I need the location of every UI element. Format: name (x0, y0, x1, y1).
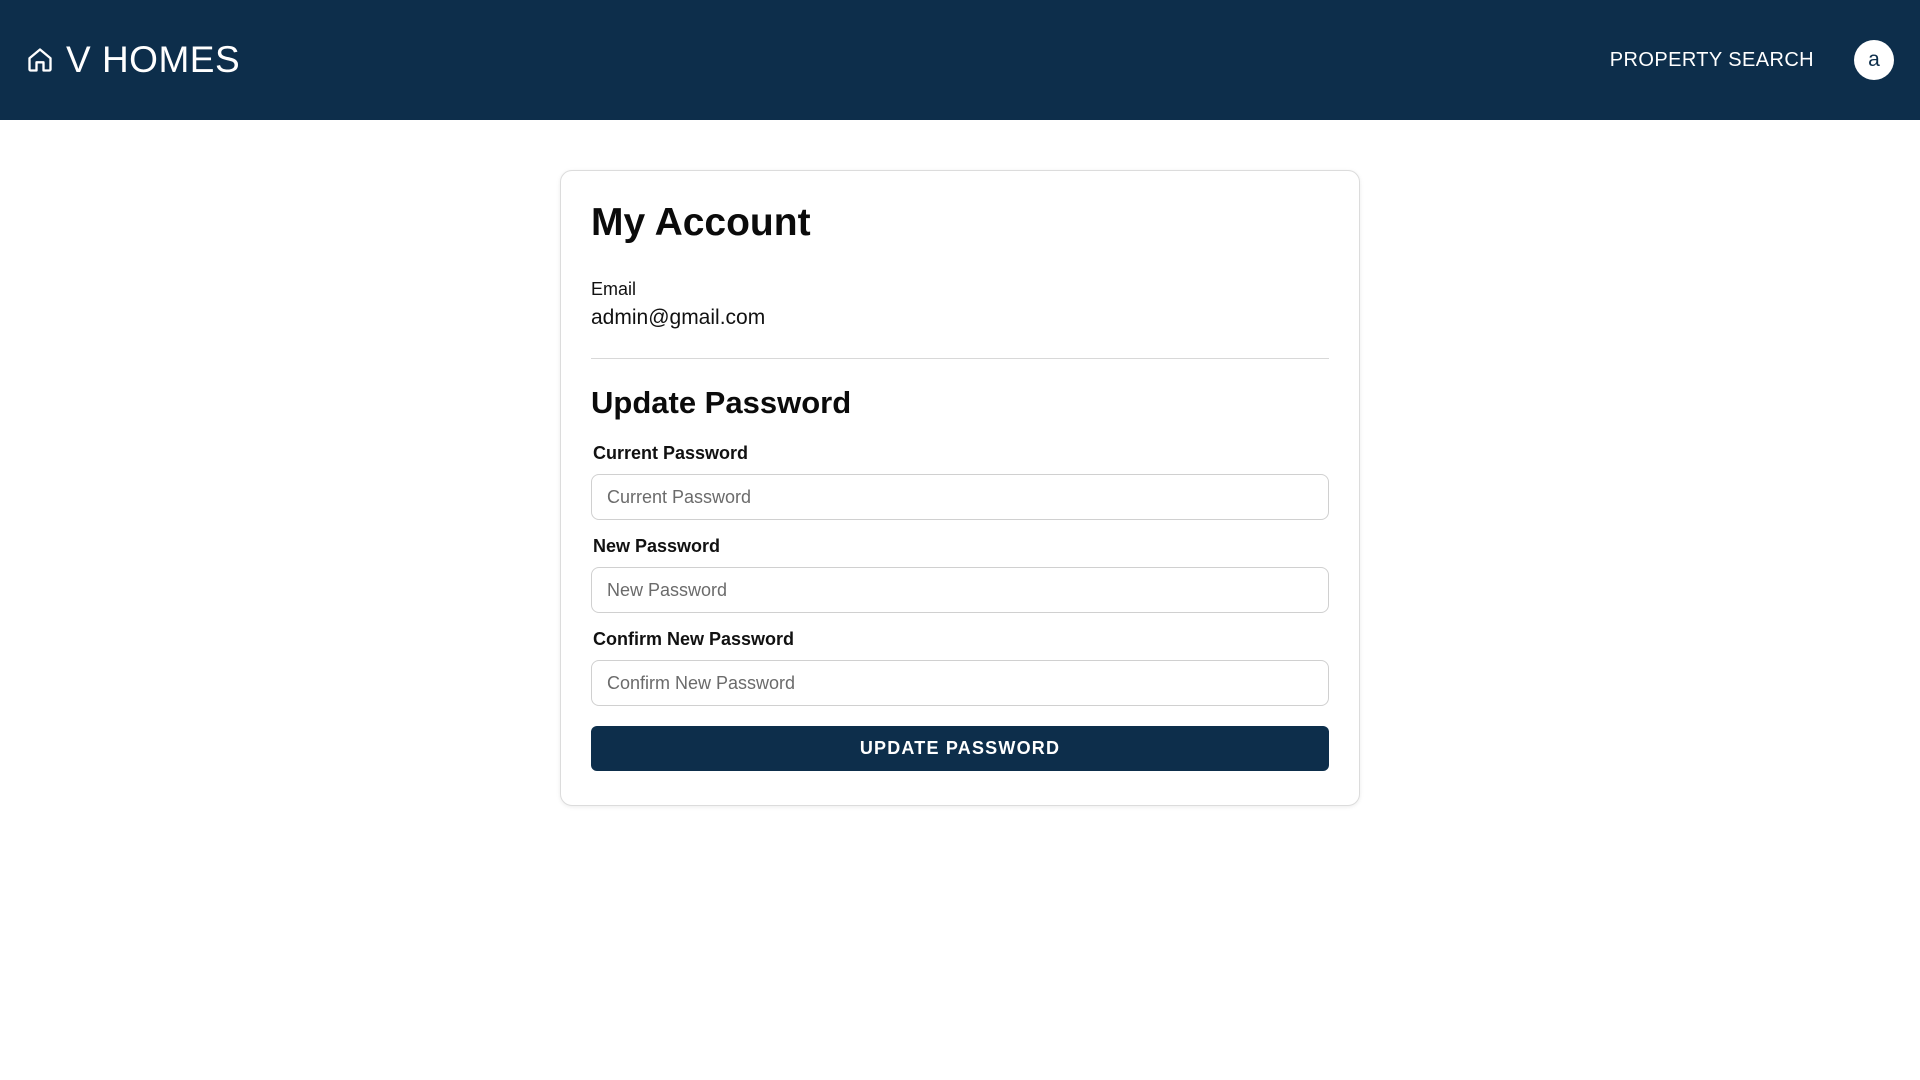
update-password-form: Current Password New Password Confirm Ne… (591, 443, 1329, 771)
confirm-password-input[interactable] (591, 660, 1329, 706)
new-password-label: New Password (593, 536, 721, 556)
new-password-group: New Password (591, 536, 1329, 613)
update-password-title: Update Password (591, 385, 852, 420)
update-password-button[interactable]: UPDATE PASSWORD (591, 726, 1329, 771)
email-value: admin@gmail.com (591, 306, 766, 329)
confirm-password-group: Confirm New Password (591, 629, 1329, 706)
account-card: My Account Email admin@gmail.com Update … (560, 170, 1360, 806)
current-password-label: Current Password (593, 443, 749, 463)
email-label: Email (591, 279, 637, 299)
current-password-input[interactable] (591, 474, 1329, 520)
confirm-password-label: Confirm New Password (593, 629, 795, 649)
home-icon (26, 46, 54, 74)
brand-name: V HOMES (66, 39, 241, 80)
top-navbar: V HOMES PROPERTY SEARCH a (0, 0, 1920, 120)
current-password-group: Current Password (591, 443, 1329, 520)
nav-right: PROPERTY SEARCH a (1610, 40, 1894, 80)
avatar[interactable]: a (1854, 40, 1894, 80)
page-title: My Account (591, 201, 811, 244)
new-password-input[interactable] (591, 567, 1329, 613)
brand-logo-link[interactable]: V HOMES (26, 39, 240, 81)
property-search-link[interactable]: PROPERTY SEARCH (1610, 49, 1814, 72)
section-divider (591, 358, 1329, 359)
